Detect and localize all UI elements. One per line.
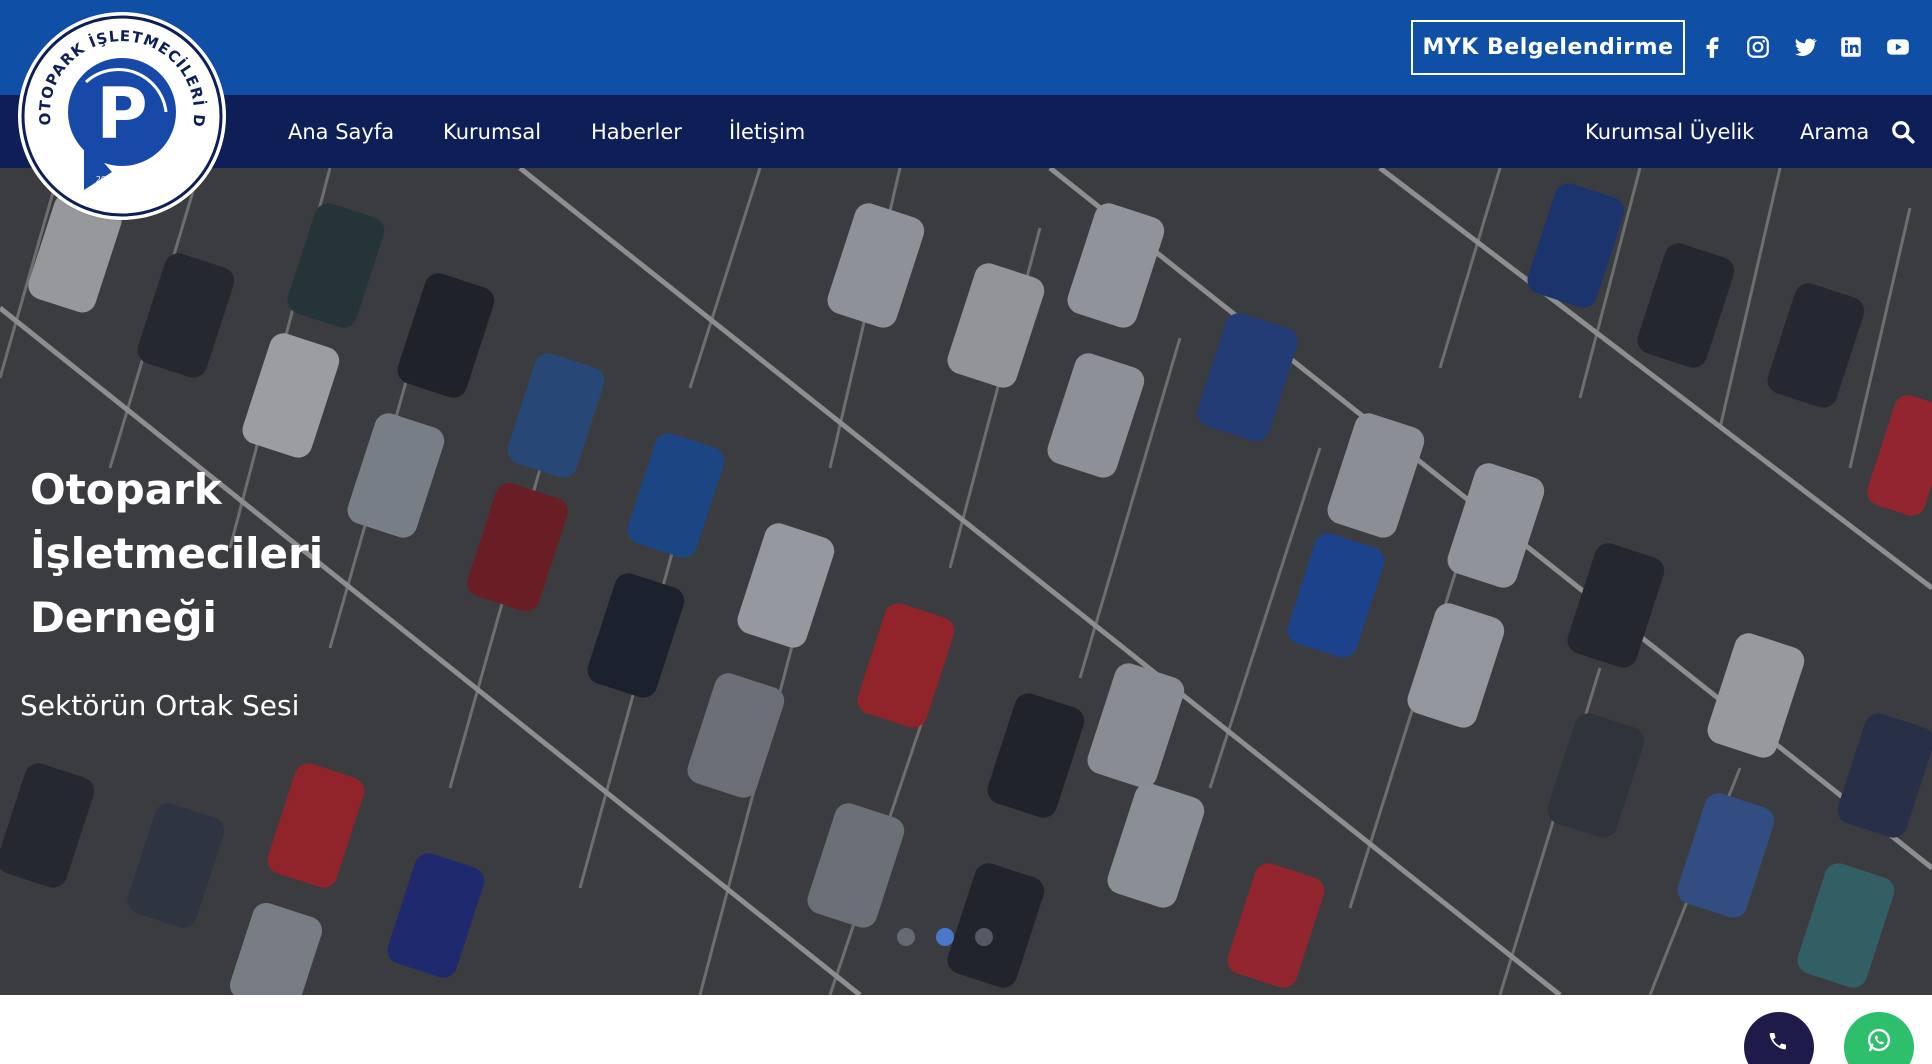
logo-year: 2014 <box>96 175 116 184</box>
facebook-icon[interactable] <box>1696 30 1730 64</box>
youtube-icon[interactable] <box>1881 30 1915 64</box>
nav-item-kurumsal[interactable]: Kurumsal <box>443 95 541 168</box>
page: MYK Belgelendirme Ana Sayfa Kurumsal Hab… <box>0 0 1932 1064</box>
hero-slider: Otopark İşletmecileri Derneği Sektörün O… <box>0 168 1932 995</box>
linkedin-icon[interactable] <box>1834 30 1868 64</box>
phone-icon <box>1769 1033 1786 1050</box>
hero-subtitle: Sektörün Ortak Sesi <box>20 689 300 722</box>
nav-item-kurumsal-uyelik[interactable]: Kurumsal Üyelik <box>1585 95 1754 168</box>
phone-button[interactable] <box>1744 1012 1814 1064</box>
hero-title-line-3: Derneği <box>30 593 217 642</box>
nav-item-ana-sayfa[interactable]: Ana Sayfa <box>288 95 394 168</box>
search-icon[interactable] <box>1890 119 1916 145</box>
main-nav: Ana Sayfa Kurumsal Haberler İletişim Kur… <box>0 95 1932 168</box>
whatsapp-icon <box>1867 1028 1891 1052</box>
slider-dot-2[interactable] <box>936 928 954 946</box>
slider-dot-1[interactable] <box>897 928 915 946</box>
nav-item-iletisim[interactable]: İletişim <box>729 95 805 168</box>
hero-title: Otopark İşletmecileri Derneği <box>30 458 370 650</box>
myk-belgelendirme-button[interactable]: MYK Belgelendirme <box>1411 20 1685 75</box>
hero-title-line-2: İşletmecileri <box>30 529 324 578</box>
hero-title-line-1: Otopark <box>30 465 222 514</box>
association-logo[interactable]: OTOPARK İŞLETMECİLERİ DERNEĞİ P 2014 <box>11 0 226 220</box>
instagram-icon[interactable] <box>1741 30 1775 64</box>
top-bar: MYK Belgelendirme <box>0 0 1932 95</box>
logo-letter: P <box>96 73 147 155</box>
nav-item-arama[interactable]: Arama <box>1800 95 1869 168</box>
twitter-icon[interactable] <box>1788 30 1822 64</box>
whatsapp-button[interactable] <box>1844 1012 1914 1064</box>
slider-dot-3[interactable] <box>975 928 993 946</box>
nav-item-haberler[interactable]: Haberler <box>591 95 682 168</box>
